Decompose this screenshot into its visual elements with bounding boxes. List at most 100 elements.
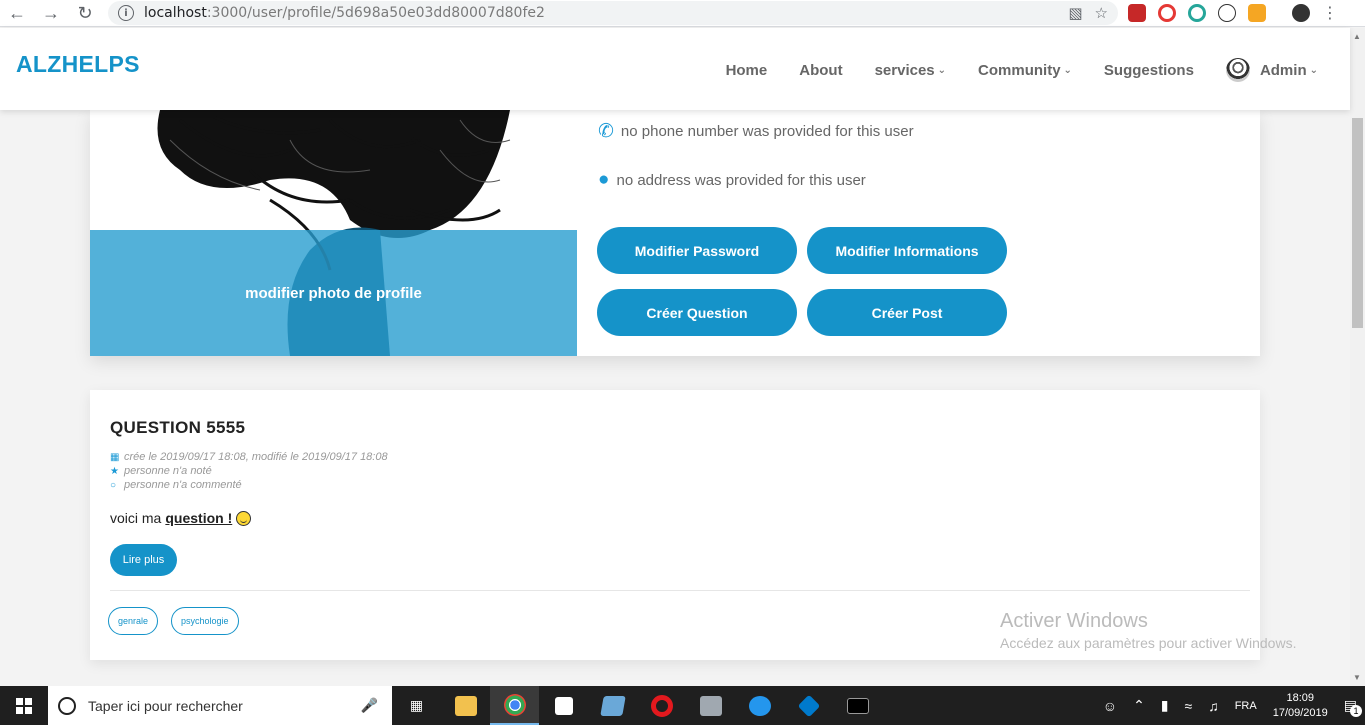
question-comments-text: personne n'a commenté: [124, 479, 242, 491]
menu-dots-icon[interactable]: ⋮: [1322, 3, 1338, 23]
question-rating: ★ personne n'a noté: [110, 465, 212, 477]
address-info: ● no address was provided for this user: [598, 169, 866, 191]
taskbar-search-placeholder: Taper ici pour rechercher: [88, 697, 243, 714]
chevron-down-icon: ⌄: [1309, 64, 1318, 76]
question-comments: ○ personne n'a commenté: [110, 479, 242, 491]
url-path: :3000/user/profile/5d698a50e03dd80007d80…: [206, 5, 545, 21]
battery-icon[interactable]: ▮: [1161, 697, 1169, 714]
back-icon[interactable]: ←: [0, 0, 34, 27]
wifi-icon[interactable]: ≈: [1185, 698, 1193, 714]
phone-text: no phone number was provided for this us…: [620, 123, 914, 140]
chrome-icon[interactable]: [490, 686, 539, 725]
clock[interactable]: 18:09 17/09/2019: [1273, 691, 1328, 721]
nav-community[interactable]: Community ⌄: [978, 62, 1072, 79]
nav-home[interactable]: Home: [726, 62, 768, 79]
docker-icon[interactable]: [735, 686, 784, 725]
nav-suggestions[interactable]: Suggestions: [1104, 62, 1194, 79]
windows-logo-icon: [16, 697, 32, 714]
question-body-prefix: voici ma: [110, 510, 162, 526]
extension-icon[interactable]: [1128, 4, 1146, 22]
map-marker-icon: ●: [598, 169, 610, 190]
question-title[interactable]: QUESTION 5555: [110, 418, 245, 438]
language-indicator[interactable]: FRA: [1235, 700, 1257, 712]
watermark-title: Activer Windows: [1000, 610, 1148, 632]
profile-card: modifier photo de profile ✆ no phone num…: [90, 110, 1260, 356]
app-icon[interactable]: [686, 686, 735, 725]
scroll-up-icon[interactable]: ▲: [1353, 32, 1361, 41]
read-more-button[interactable]: Lire plus: [110, 544, 177, 576]
avatar: [1225, 58, 1250, 82]
scroll-thumb[interactable]: [1352, 118, 1363, 328]
calendar-icon: ▦: [110, 451, 120, 463]
task-view-icon[interactable]: ▦: [392, 686, 441, 725]
notes-app-icon[interactable]: [588, 686, 637, 725]
phone-icon: ✆: [598, 121, 614, 142]
phone-info: ✆ no phone number was provided for this …: [598, 120, 914, 143]
notification-count: 1: [1350, 705, 1362, 717]
extension-icon[interactable]: [1188, 4, 1206, 22]
question-dates: ▦ crée le 2019/09/17 18:08, modifié le 2…: [110, 451, 388, 463]
modify-password-button[interactable]: Modifier Password: [597, 227, 797, 274]
profile-avatar-icon[interactable]: [1292, 4, 1310, 22]
chevron-up-icon[interactable]: ⌃: [1133, 697, 1145, 714]
opera-extension-icon[interactable]: [1158, 4, 1176, 22]
question-dates-text: crée le 2019/09/17 18:08, modifié le 201…: [124, 451, 388, 463]
question-body-emphasis: question !: [165, 510, 233, 526]
nav-community-label: Community: [978, 61, 1061, 79]
terminal-icon[interactable]: [833, 686, 882, 725]
volume-icon[interactable]: ♫: [1208, 698, 1219, 714]
user-name: Admin: [1259, 61, 1307, 79]
people-icon[interactable]: ☺: [1103, 698, 1117, 714]
star-icon: ★: [110, 465, 119, 477]
taskbar: Taper ici pour rechercher 🎤 ▦ ☺ ⌃ ▮ ≈ ♫ …: [0, 686, 1365, 725]
url-host: localhost: [144, 5, 207, 21]
smile-emoji-icon: [236, 510, 252, 526]
forward-icon[interactable]: →: [34, 0, 68, 27]
change-photo-overlay[interactable]: modifier photo de profile: [90, 230, 577, 356]
create-question-button[interactable]: Créer Question: [597, 289, 797, 336]
create-post-button[interactable]: Créer Post: [807, 289, 1007, 336]
extension-icon[interactable]: [1248, 4, 1266, 22]
profile-photo: modifier photo de profile: [90, 110, 577, 356]
clock-time: 18:09: [1286, 691, 1314, 704]
opera-icon[interactable]: [637, 686, 686, 725]
reload-icon[interactable]: ↻: [68, 0, 102, 27]
translate-icon[interactable]: ▧: [1068, 4, 1082, 22]
main-nav: Home About services ⌄ Community ⌄ Suggesti…: [694, 58, 1318, 82]
microphone-icon[interactable]: 🎤: [361, 697, 378, 714]
divider: [110, 590, 1250, 591]
bookmark-star-icon[interactable]: ☆: [1095, 4, 1108, 22]
store-icon[interactable]: [539, 686, 588, 725]
watermark-subtitle: Accédez aux paramètres pour activer Wind…: [1000, 635, 1297, 651]
extension-icon[interactable]: [1218, 4, 1236, 22]
question-rating-text: personne n'a noté: [124, 465, 212, 477]
tag-genrale[interactable]: genrale: [108, 607, 159, 635]
clock-date: 17/09/2019: [1272, 706, 1328, 719]
comment-icon: ○: [110, 479, 117, 491]
vscode-icon[interactable]: [784, 686, 833, 725]
system-tray: ☺ ⌃ ▮ ≈ ♫ FRA 18:09 17/09/2019 ▤ 1: [1095, 686, 1365, 725]
notification-icon[interactable]: ▤ 1: [1344, 697, 1362, 717]
chevron-down-icon: ⌄: [937, 64, 947, 76]
address-text: no address was provided for this user: [616, 171, 866, 189]
page-scrollbar[interactable]: ▲ ▼: [1350, 28, 1365, 686]
address-bar[interactable]: i localhost:3000/user/profile/5d698a50e0…: [108, 1, 1118, 25]
nav-about[interactable]: About: [799, 62, 842, 79]
change-photo-label: modifier photo de profile: [245, 284, 422, 302]
info-icon[interactable]: i: [118, 5, 134, 21]
scroll-down-icon[interactable]: ▼: [1353, 673, 1361, 682]
cortana-icon: [58, 696, 76, 715]
tag-psychologie[interactable]: psychologie: [171, 607, 239, 635]
site-header: ALZHELPS Home About services ⌄ Community ⌄…: [0, 28, 1350, 110]
start-button[interactable]: [0, 686, 48, 725]
brand-logo[interactable]: ALZHELPS: [16, 51, 140, 78]
nav-services[interactable]: services ⌄: [875, 62, 946, 79]
nav-user-menu[interactable]: Admin ⌄: [1225, 58, 1318, 82]
modify-info-button[interactable]: Modifier Informations: [807, 227, 1007, 274]
taskbar-search[interactable]: Taper ici pour rechercher 🎤: [48, 686, 392, 725]
chevron-down-icon: ⌄: [1063, 64, 1072, 76]
file-explorer-icon[interactable]: [441, 686, 490, 725]
nav-services-label: services: [874, 61, 935, 79]
browser-toolbar: ← → ↻ i localhost:3000/user/profile/5d69…: [0, 0, 1365, 27]
question-body: voici ma question !: [110, 510, 252, 526]
